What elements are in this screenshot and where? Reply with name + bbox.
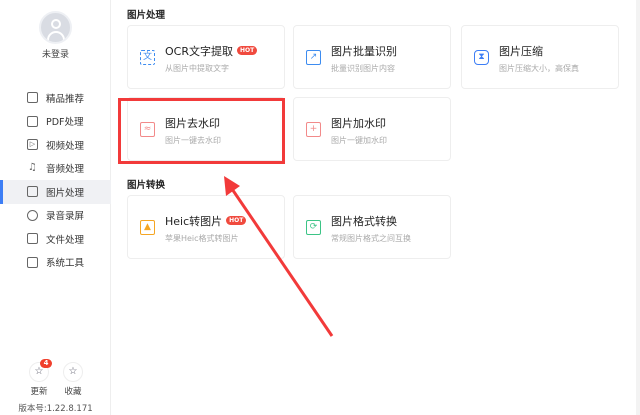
- scrollbar[interactable]: [636, 0, 640, 415]
- annotation-arrow: [224, 176, 334, 337]
